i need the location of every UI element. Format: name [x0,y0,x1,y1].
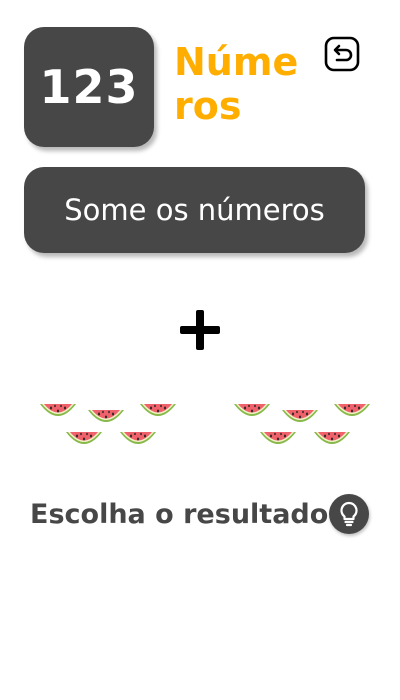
watermelon-icon [258,426,298,454]
watermelon-icon [118,426,158,454]
watermelon-icon [232,398,272,426]
plus-icon [180,310,220,350]
hint-button[interactable] [329,494,369,534]
logo-text: 123 [39,60,139,114]
watermelon-icon [38,398,78,426]
addend-group-right [228,392,378,462]
watermelon-icon [312,426,352,454]
choose-result-prompt: Escolha o resultado [30,498,329,530]
watermelon-icon [332,398,372,426]
instruction-text: Some os números [64,193,325,227]
app-logo-tile: 123 [24,27,154,147]
back-return-icon [324,36,360,72]
lightbulb-icon [340,501,358,527]
back-button[interactable] [322,34,362,74]
instruction-banner: Some os números [24,167,365,253]
addend-group-left [34,392,184,462]
watermelon-icon [138,398,178,426]
app-title: Números [174,40,299,128]
watermelon-icon [64,426,104,454]
